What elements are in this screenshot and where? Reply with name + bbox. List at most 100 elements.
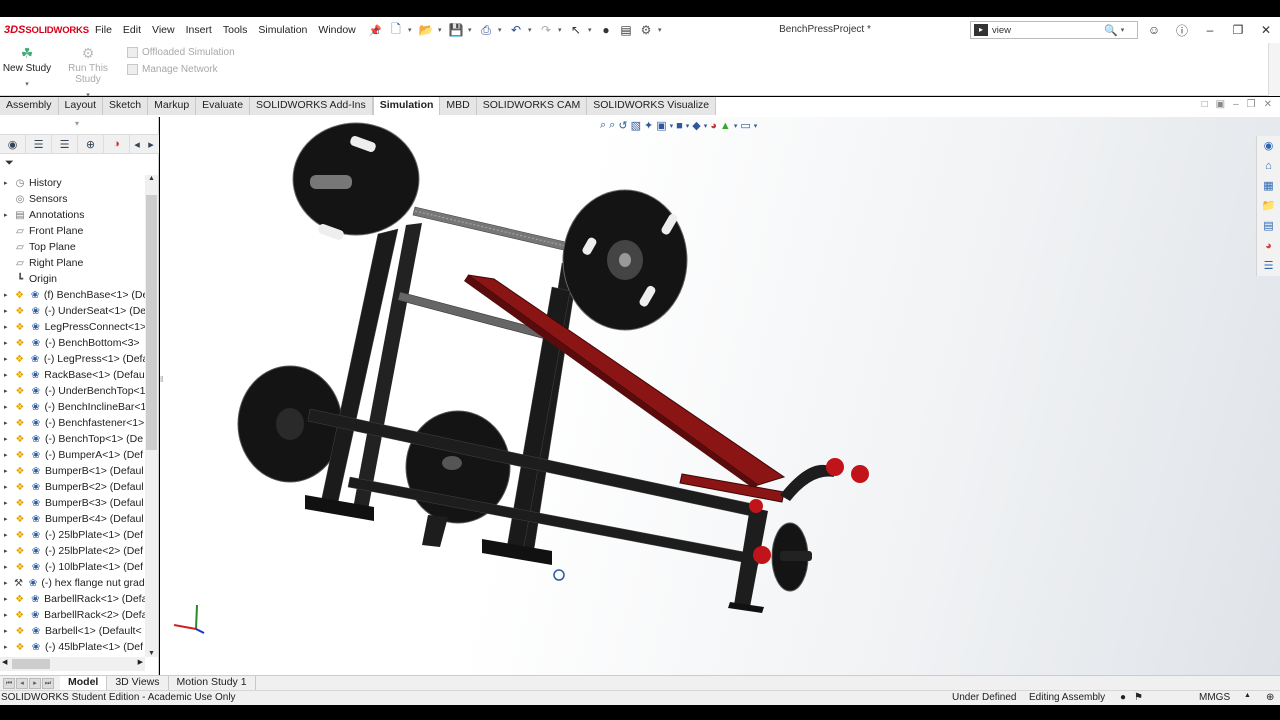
tab-sketch[interactable]: Sketch [103, 97, 149, 115]
expand-arrow-icon[interactable]: ▸ [4, 355, 13, 363]
file-explorer-icon[interactable]: 📁 [1257, 196, 1280, 216]
print-icon[interactable]: ⎙ [478, 22, 494, 38]
expand-arrow-icon[interactable]: ▸ [4, 323, 13, 331]
tree-item[interactable]: ▸ ❖ ❀ BarbellRack<1> (Defa [0, 591, 145, 607]
new-document-icon[interactable]: 🗋 [388, 22, 404, 38]
expand-arrow-icon[interactable]: ▸ [4, 579, 12, 587]
tree-item[interactable]: ▸ ❖ ❀ LegPressConnect<1> [0, 319, 145, 335]
tree-item[interactable]: ▸ ❖ ❀ (-) UnderBenchTop<1 [0, 383, 145, 399]
bottom-tab-model[interactable]: Model [60, 676, 108, 690]
tree-item[interactable]: ▸ ❖ ❀ (-) Benchfastener<1> [0, 415, 145, 431]
search-input[interactable] [992, 24, 1102, 36]
panel-grip-icon[interactable]: ▾ [75, 119, 79, 128]
expand-arrow-icon[interactable]: ▸ [4, 531, 13, 539]
tab-simulation[interactable]: Simulation [372, 97, 441, 115]
help-icon[interactable]: ⓘ [1168, 22, 1196, 39]
minimize-button[interactable]: – [1196, 23, 1224, 37]
solidworks-logo[interactable]: 3DS SOLIDWORKS [0, 24, 90, 36]
save-icon[interactable]: 💾 [448, 22, 464, 38]
graphics-area[interactable]: ‖ ⌕ ⌕ ↺ ▧ ✦ ▣ ▾ ■ ▾ ◆ ▾ ◕ ▲ ▾ ▭ ▾ ◉ ⌂ ▦ … [160, 117, 1280, 675]
tab-solidworks-add-ins[interactable]: SOLIDWORKS Add-Ins [250, 97, 373, 115]
rebuild-status-icon[interactable]: ● [1120, 692, 1126, 703]
doc-minimize-icon[interactable]: – [1233, 99, 1239, 110]
chevron-down-icon[interactable]: ▾ [658, 26, 664, 34]
tree-item[interactable]: ▸ ❖ ❀ (-) BenchTop<1> (De [0, 431, 145, 447]
units-chevron-up-icon[interactable]: ▲ [1244, 692, 1251, 699]
3d-content-central-icon[interactable]: ▦ [1257, 176, 1280, 196]
expand-arrow-icon[interactable]: ▸ [4, 515, 13, 523]
options-gear-icon[interactable]: ⚙ [638, 22, 654, 38]
first-tab-icon[interactable]: ⏮ [3, 677, 15, 689]
bench-press-model-svg[interactable] [160, 117, 1280, 675]
tree-vertical-scrollbar[interactable]: ▲ ▼ [145, 175, 158, 657]
bottom-tab-3d-views[interactable]: 3D Views [107, 676, 169, 690]
tab-solidworks-visualize[interactable]: SOLIDWORKS Visualize [587, 97, 717, 115]
expand-arrow-icon[interactable]: ▸ [4, 435, 13, 443]
expand-arrow-icon[interactable]: ▸ [4, 291, 13, 299]
tree-item[interactable]: ▸ ❖ ❀ (-) 25lbPlate<1> (Def [0, 527, 145, 543]
scroll-right-icon[interactable]: ▶ [138, 658, 143, 666]
home-icon[interactable]: ⌂ [368, 22, 384, 38]
chevron-down-icon[interactable]: ▾ [588, 26, 594, 34]
tree-item[interactable]: ▸ ❖ ❀ (-) 45lbPlate<1> (Def [0, 639, 145, 655]
chevron-down-icon[interactable]: ▾ [2, 80, 52, 88]
tree-item[interactable]: ▸ ❖ ❀ Barbell<1> (Default< [0, 623, 145, 639]
tree-item[interactable]: ▱ Right Plane [0, 255, 145, 271]
chevron-down-icon[interactable]: ▾ [468, 26, 474, 34]
custom-properties-icon[interactable]: ☰ [1257, 256, 1280, 276]
chevron-down-icon[interactable]: ▾ [558, 26, 564, 34]
menu-file[interactable]: File [90, 24, 118, 36]
expand-arrow-icon[interactable]: ▸ [4, 611, 13, 619]
expand-arrow-icon[interactable]: ▸ [4, 595, 13, 603]
tree-item[interactable]: ▸ ❖ ❀ BumperB<2> (Defaul [0, 479, 145, 495]
redo-icon[interactable]: ↷ [538, 22, 554, 38]
chevron-down-icon[interactable]: ▾ [528, 26, 534, 34]
doc-close-icon[interactable]: ✕ [1264, 99, 1272, 110]
bottom-tab-motion-study-1[interactable]: Motion Study 1 [169, 676, 256, 690]
search-dropdown-chevron-icon[interactable]: ▾ [1121, 26, 1125, 34]
tree-item[interactable]: ▸ ❖ ❀ (f) BenchBase<1> (De [0, 287, 145, 303]
expand-arrow-icon[interactable]: ▸ [4, 499, 13, 507]
search-commands-box[interactable]: ▸ 🔍 ▾ [970, 21, 1138, 39]
tree-item[interactable]: ▸ ❖ ❀ (-) UnderSeat<1> (De [0, 303, 145, 319]
tree-item[interactable]: ▸ ❖ ❀ (-) BumperA<1> (Def [0, 447, 145, 463]
unit-system[interactable]: MMGS [1199, 692, 1230, 703]
tree-item[interactable]: ▸ ❖ ❀ BumperB<4> (Defaul [0, 511, 145, 527]
scroll-thumb[interactable] [146, 195, 157, 450]
run-study-button[interactable]: ⚙ Run This Study ▾ [56, 45, 120, 99]
h-scroll-thumb[interactable] [12, 659, 50, 669]
expand-arrow-icon[interactable]: ▸ [4, 643, 13, 651]
restore-button[interactable]: ❐ [1224, 23, 1252, 37]
scroll-down-icon[interactable]: ▼ [145, 650, 158, 657]
expand-arrow-icon[interactable]: ▸ [4, 339, 13, 347]
select-cursor-icon[interactable]: ↖ [568, 22, 584, 38]
expand-arrow-icon[interactable]: ▸ [4, 371, 13, 379]
tab-markup[interactable]: Markup [148, 97, 197, 115]
tree-horizontal-scrollbar[interactable]: ◀ ▶ [0, 657, 145, 671]
undo-icon[interactable]: ↶ [508, 22, 524, 38]
display-manager-tab-icon[interactable]: ◑ [104, 135, 130, 153]
tree-item[interactable]: ▸ ❖ ❀ (-) 10lbPlate<1> (Def [0, 559, 145, 575]
doc-restore-icon[interactable]: ❐ [1247, 99, 1256, 110]
tree-item[interactable]: ▸ ❖ ❀ (-) LegPress<1> (Defa [0, 351, 145, 367]
design-library-icon[interactable]: ⌂ [1257, 156, 1280, 176]
tree-item[interactable]: ▸ ❖ ❀ (-) 25lbPlate<2> (Def [0, 543, 145, 559]
tree-item[interactable]: ▸ ❖ ❀ (-) BenchInclineBar<1 [0, 399, 145, 415]
tree-item[interactable]: ▱ Front Plane [0, 223, 145, 239]
chevron-down-icon[interactable]: ▾ [408, 26, 414, 34]
expand-arrow-icon[interactable]: ▸ [4, 467, 13, 475]
close-button[interactable]: ✕ [1252, 23, 1280, 37]
plate-top-right[interactable] [562, 189, 688, 331]
expand-arrow-icon[interactable]: ▸ [4, 483, 13, 491]
expand-arrow-icon[interactable]: ▸ [4, 387, 13, 395]
tree-item[interactable]: ┗ Origin [0, 271, 145, 287]
cascade-icon[interactable]: ▣ [1216, 99, 1225, 110]
solidworks-resources-icon[interactable]: ◉ [1257, 136, 1280, 156]
rebuild-icon[interactable]: ● [598, 22, 614, 38]
tree-item[interactable]: ◎ Sensors [0, 191, 145, 207]
status-settings-icon[interactable]: ⊕ [1266, 692, 1274, 703]
offloaded-simulation-button[interactable]: Offloaded Simulation [127, 47, 235, 58]
last-tab-icon[interactable]: ⏭ [42, 677, 54, 689]
tree-item[interactable]: ▸ ▤ Annotations [0, 207, 145, 223]
rebuild-flag-icon[interactable]: ⚑ [1134, 692, 1143, 703]
